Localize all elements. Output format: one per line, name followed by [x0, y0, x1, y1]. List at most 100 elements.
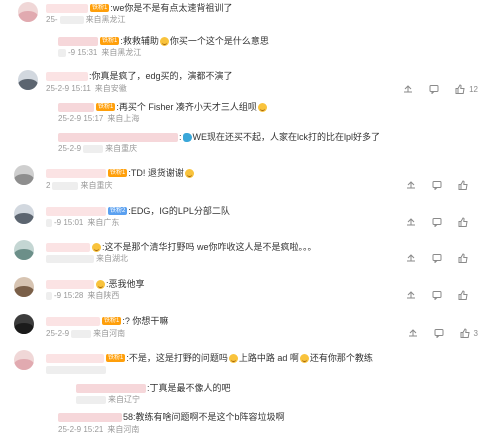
- comment-text-3: 还有你那个教练: [309, 353, 373, 363]
- comment-date: 25-2-9 15:11: [46, 84, 91, 93]
- comment-location: 来自河南: [93, 329, 126, 338]
- like-icon[interactable]: [458, 253, 468, 263]
- comment-text: :这不是那个清华打野吗 we你咋收这人是不是疯啦。。。: [102, 242, 317, 252]
- reply-location: 来自辽宁: [108, 395, 140, 404]
- avatar[interactable]: [14, 277, 34, 297]
- reply-meta: 25-2-9 来自重庆: [58, 144, 137, 154]
- action-bar: [406, 217, 484, 227]
- username[interactable]: [46, 353, 104, 363]
- reply-date: 25-2-9 15:21: [58, 425, 104, 434]
- emoji-icon: [299, 353, 309, 363]
- share-icon[interactable]: [406, 290, 416, 300]
- comment-text: :? 你想干嘛: [122, 316, 169, 326]
- comment-icon[interactable]: [432, 253, 442, 263]
- username[interactable]: [46, 242, 90, 252]
- reply-text: 58:教练有啥问题啊不是这个b阵容垃圾啊: [123, 412, 285, 422]
- reply-location: 来自河南: [107, 425, 140, 434]
- comment-icon[interactable]: [432, 290, 442, 300]
- username[interactable]: [58, 132, 178, 142]
- share-icon[interactable]: [406, 180, 416, 190]
- comment-line: :你真是疯了，edg买的，演都不演了: [46, 70, 233, 82]
- blurred-time: [71, 330, 92, 338]
- comment-text: :不是，这是打野的问题吗: [126, 353, 228, 363]
- username[interactable]: [46, 3, 88, 13]
- like-count: 12: [469, 84, 478, 94]
- action-bar: 12: [403, 84, 484, 94]
- comment-text: :恶我他享: [106, 279, 145, 289]
- share-icon[interactable]: [406, 253, 416, 263]
- avatar[interactable]: [18, 70, 38, 90]
- comment-icon[interactable]: [432, 180, 442, 190]
- fan-badge: 铁粉1: [106, 354, 126, 362]
- comment-date: 2: [46, 181, 51, 190]
- fan-badge: 铁粉1: [100, 37, 120, 45]
- avatar[interactable]: [14, 165, 34, 185]
- avatar[interactable]: [14, 240, 34, 260]
- comment-location: 来自黑龙江: [85, 15, 126, 24]
- comment-location: 来自广东: [87, 218, 120, 227]
- username[interactable]: [58, 102, 94, 112]
- reply-location: 来自上海: [107, 114, 140, 123]
- avatar[interactable]: [14, 314, 34, 334]
- username[interactable]: [58, 36, 98, 46]
- comment-date: -9 15:01: [54, 218, 84, 227]
- comment-icon[interactable]: [429, 84, 439, 94]
- comment-icon[interactable]: [434, 328, 444, 338]
- action-bar: [406, 253, 484, 263]
- like-icon[interactable]: [455, 84, 465, 94]
- share-icon[interactable]: [408, 328, 418, 338]
- action-bar: 3: [408, 328, 484, 338]
- comment-meta: [46, 366, 108, 374]
- comment-meta: 25- 来自黑龙江: [46, 15, 126, 25]
- comment-meta: -9 15:28 来自陕西: [46, 291, 119, 301]
- fan-badge: 铁粉1: [102, 317, 122, 325]
- reply-meta: 来自辽宁: [76, 395, 140, 405]
- reply-meta: 25-2-9 15:17 来自上海: [58, 114, 139, 124]
- reply-text: :丁真是最不像人的吧: [147, 383, 231, 393]
- reply-meta: 25-2-9 15:21 来自河南: [58, 425, 139, 435]
- username[interactable]: [46, 206, 106, 216]
- comment-line: :这不是那个清华打野吗 we你咋收这人是不是疯啦。。。: [46, 241, 317, 253]
- username[interactable]: [46, 279, 94, 289]
- comment-date: 25-2-9: [46, 329, 70, 338]
- reply-line: : WE现在还买不起，人家在lck打的比在lpl好多了: [58, 131, 380, 143]
- blurred-time: [46, 366, 106, 374]
- comment-text-2: 上路中路 ad 啊: [238, 353, 299, 363]
- username[interactable]: [46, 71, 88, 81]
- blurred-time: [58, 49, 66, 57]
- reply-text: :再买个 Fisher 凑齐小天才三人组呗: [116, 102, 257, 112]
- comment-text: :TD! 退货谢谢: [128, 168, 184, 178]
- like-icon[interactable]: [458, 217, 468, 227]
- username[interactable]: [76, 383, 146, 393]
- emoji-icon: [184, 168, 194, 178]
- emoji-icon: [92, 242, 101, 252]
- comment-line: 铁粉1 :we你是不是有点太速背祖训了: [46, 2, 232, 14]
- username[interactable]: [46, 316, 100, 326]
- comment-line: :恶我他享: [46, 278, 145, 290]
- like-count: 3: [473, 328, 478, 338]
- avatar[interactable]: [14, 204, 34, 224]
- comment-line: 铁粉1 :? 你想干嘛: [46, 315, 168, 327]
- username[interactable]: [58, 412, 122, 422]
- comment-text: :你真是疯了，edg买的，演都不演了: [89, 71, 233, 81]
- like-icon[interactable]: [460, 328, 470, 338]
- reply-location: 来自黑龙江: [101, 48, 142, 57]
- emoji-icon: [257, 102, 267, 112]
- like-icon[interactable]: [458, 290, 468, 300]
- avatar[interactable]: [18, 2, 38, 22]
- username[interactable]: [46, 168, 106, 178]
- avatar[interactable]: [14, 350, 34, 370]
- comment-meta: 25-2-9 15:11 来自安徽: [46, 84, 127, 94]
- reply-text-2: WE现在还买不起，人家在lck打的比在lpl好多了: [192, 132, 381, 142]
- reply-date: 25-2-9: [58, 144, 82, 153]
- reply-line: 58:教练有啥问题啊不是这个b阵容垃圾啊: [58, 411, 285, 423]
- comment-date: 25-: [46, 15, 58, 24]
- blurred-time: [46, 219, 52, 227]
- share-icon[interactable]: [406, 217, 416, 227]
- comment-meta: 来自湖北: [46, 254, 128, 264]
- like-icon[interactable]: [458, 180, 468, 190]
- share-icon[interactable]: [403, 84, 413, 94]
- action-bar: [406, 180, 484, 190]
- comment-icon[interactable]: [432, 217, 442, 227]
- reply-text: :: [179, 132, 182, 142]
